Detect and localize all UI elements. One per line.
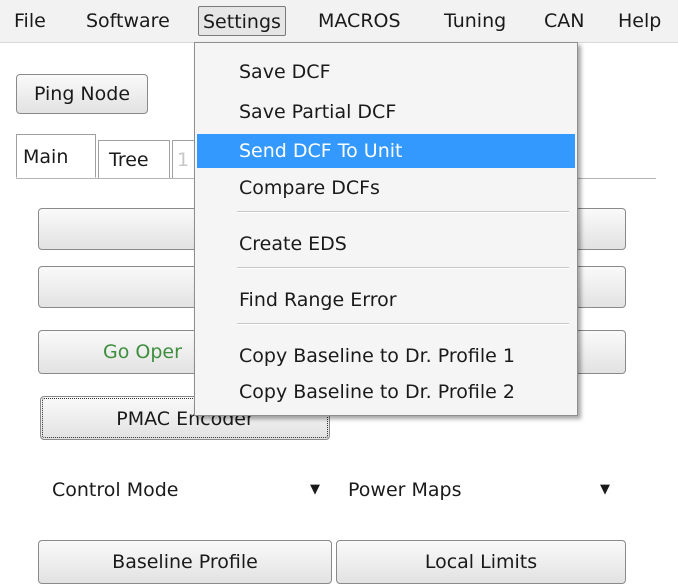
chevron-down-icon: ▼: [310, 482, 320, 497]
menu-item-copy-baseline-1[interactable]: Copy Baseline to Dr. Profile 1: [197, 339, 575, 373]
menu-separator: [237, 267, 569, 269]
menu-separator: [237, 323, 569, 325]
control-mode-label: Control Mode: [52, 479, 179, 501]
menu-item-save-partial-dcf[interactable]: Save Partial DCF: [197, 95, 575, 129]
tab-strip: Main Tree 1: [0, 130, 202, 178]
settings-dropdown-menu: Save DCF Save Partial DCF Send DCF To Un…: [194, 42, 578, 416]
menu-tuning[interactable]: Tuning: [440, 6, 510, 36]
local-limits-button[interactable]: Local Limits: [336, 540, 626, 584]
tab-tree[interactable]: Tree: [98, 140, 170, 178]
power-maps-label: Power Maps: [348, 479, 462, 501]
baseline-profile-button[interactable]: Baseline Profile: [38, 540, 332, 584]
menu-item-send-dcf-to-unit[interactable]: Send DCF To Unit: [197, 134, 575, 168]
chevron-down-icon: ▼: [600, 482, 610, 497]
menu-bar: File Software Settings MACROS Tuning CAN…: [0, 0, 678, 43]
menu-item-compare-dcfs[interactable]: Compare DCFs: [197, 171, 575, 205]
tab-main[interactable]: Main: [16, 134, 96, 178]
menu-can[interactable]: CAN: [540, 6, 588, 36]
control-mode-combo[interactable]: Control Mode ▼: [52, 472, 332, 508]
menu-settings[interactable]: Settings: [198, 6, 286, 36]
menu-item-find-range-error[interactable]: Find Range Error: [197, 283, 575, 317]
menu-separator: [237, 211, 569, 213]
menu-software[interactable]: Software: [82, 6, 174, 36]
power-maps-combo[interactable]: Power Maps ▼: [348, 472, 618, 508]
menu-item-copy-baseline-2[interactable]: Copy Baseline to Dr. Profile 2: [197, 375, 575, 409]
menu-help[interactable]: Help: [614, 6, 665, 36]
menu-macros[interactable]: MACROS: [314, 6, 405, 36]
ping-node-button[interactable]: Ping Node: [16, 74, 148, 114]
menu-item-save-dcf[interactable]: Save DCF: [197, 55, 575, 89]
menu-file[interactable]: File: [10, 6, 50, 36]
menu-item-create-eds[interactable]: Create EDS: [197, 227, 575, 261]
